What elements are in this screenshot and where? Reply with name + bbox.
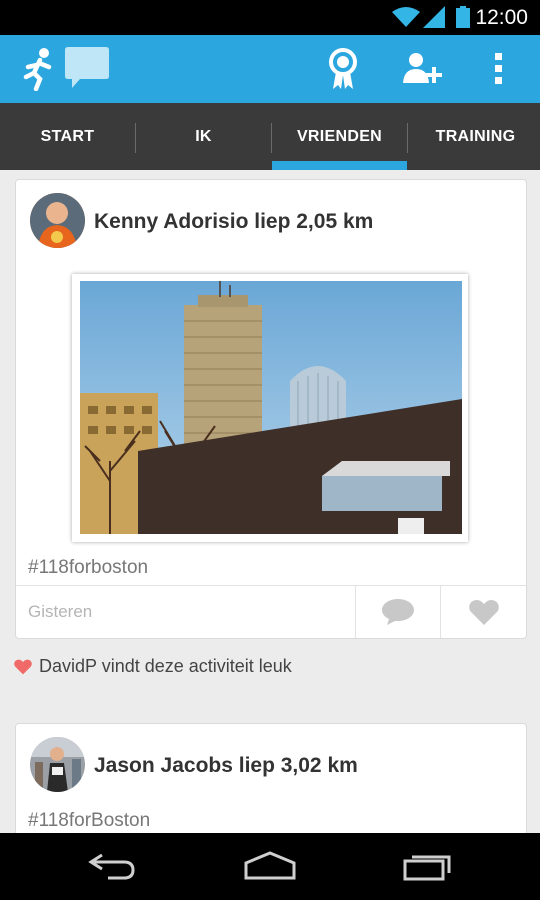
post-hashtag[interactable]: #118forBoston: [28, 810, 150, 832]
home-icon[interactable]: [243, 851, 297, 881]
post-title[interactable]: Jason Jacobs liep 3,02 km: [94, 754, 358, 778]
heart-icon: [469, 599, 499, 625]
post-title[interactable]: Kenny Adorisio liep 2,05 km: [94, 210, 373, 234]
tab-bar: START IK VRIENDEN TRAINING: [0, 103, 540, 170]
tab-start[interactable]: START: [0, 103, 135, 170]
tab-ik[interactable]: IK: [136, 103, 271, 170]
selected-tab-indicator: [272, 161, 407, 170]
award-icon[interactable]: [328, 47, 358, 91]
signal-icon: [423, 6, 445, 28]
activity-card: Kenny Adorisio liep 2,05 km #118forbosto…: [15, 179, 527, 639]
like-button[interactable]: [440, 586, 526, 638]
chat-icon[interactable]: [65, 47, 109, 89]
clock: 12:00: [475, 6, 528, 29]
action-bar: [0, 35, 540, 103]
comment-icon: [382, 599, 414, 625]
avatar[interactable]: [30, 737, 85, 792]
like-summary-text[interactable]: DavidP vindt deze activiteit leuk: [39, 656, 292, 677]
overflow-menu-icon[interactable]: [495, 53, 503, 85]
back-icon[interactable]: [88, 851, 136, 881]
status-bar: 12:00: [0, 0, 540, 35]
battery-icon: [456, 6, 470, 28]
post-date: Gisteren: [28, 602, 93, 621]
tab-training[interactable]: TRAINING: [408, 103, 540, 170]
navigation-bar: [0, 833, 540, 900]
card-footer: Gisteren: [16, 585, 526, 638]
activity-photo[interactable]: [72, 274, 468, 542]
add-friend-icon[interactable]: [403, 51, 443, 85]
like-summary: DavidP vindt deze activiteit leuk: [14, 656, 292, 677]
tab-vrienden[interactable]: VRIENDEN: [272, 103, 407, 170]
runner-icon[interactable]: [22, 47, 56, 91]
heart-icon: [14, 659, 32, 674]
post-hashtag[interactable]: #118forboston: [28, 557, 148, 579]
comment-button[interactable]: [355, 586, 440, 638]
wifi-icon: [392, 7, 420, 27]
recent-apps-icon[interactable]: [403, 851, 453, 881]
avatar[interactable]: [30, 193, 85, 248]
